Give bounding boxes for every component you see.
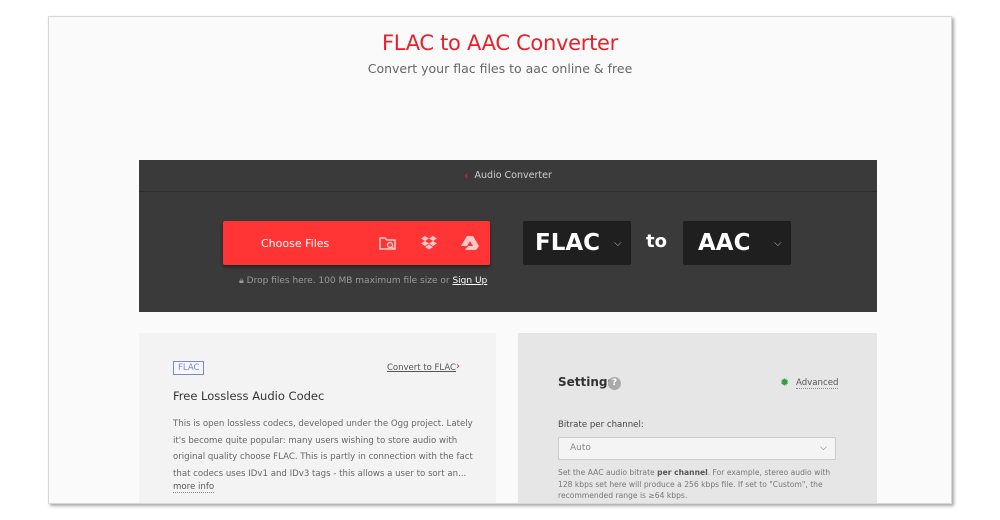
chevron-right-icon: › [456, 361, 460, 372]
help-icon[interactable]: ? [608, 377, 621, 390]
hint-text: Set the AAC audio bitrate [558, 468, 658, 477]
from-format-value: FLAC [535, 230, 601, 256]
converter-box: ‹ Audio Converter Choose Files 🔒︎ Drop f… [139, 160, 877, 312]
codec-name: Free Lossless Audio Codec [173, 389, 325, 403]
codec-description: This is open lossless codecs, developed … [173, 419, 473, 479]
convert-to-flac-link[interactable]: Convert to FLAC [387, 363, 456, 373]
breadcrumb[interactable]: ‹ Audio Converter [139, 160, 877, 192]
choose-files-button[interactable]: Choose Files [223, 221, 490, 265]
to-label: to [646, 231, 667, 252]
format-tag: FLAC [173, 361, 205, 375]
bitrate-select[interactable]: Auto ⌵ [558, 437, 836, 460]
folder-search-icon[interactable] [368, 235, 409, 251]
hint-bold: per channel [657, 468, 708, 477]
bitrate-label: Bitrate per channel: [558, 420, 644, 430]
format-info-panel: FLAC Convert to FLAC › Free Lossless Aud… [139, 333, 496, 503]
bitrate-hint: Set the AAC audio bitrate per channel. F… [558, 467, 843, 502]
lock-icon: 🔒︎ [239, 276, 244, 286]
more-info-link[interactable]: more info [173, 482, 215, 493]
advanced-link[interactable]: Advanced [796, 378, 839, 389]
dropbox-icon[interactable] [408, 235, 449, 251]
breadcrumb-label[interactable]: Audio Converter [475, 170, 552, 181]
from-format-select[interactable]: FLAC ⌵ [523, 221, 631, 265]
to-format-select[interactable]: AAC ⌵ [683, 221, 791, 265]
google-drive-icon[interactable] [449, 235, 490, 251]
chevron-left-icon: ‹ [464, 169, 469, 182]
bitrate-value: Auto [570, 443, 591, 453]
gear-icon[interactable]: ✹ [780, 376, 789, 389]
chevron-down-icon: ⌵ [774, 237, 782, 249]
settings-panel: Settings ? ✹ Advanced Bitrate per channe… [518, 333, 877, 503]
choose-files-label: Choose Files [261, 236, 330, 250]
page-title: FLAC to AAC Converter [382, 31, 618, 55]
browser-window: FLAC to AAC Converter Convert your flac … [48, 16, 952, 504]
to-format-value: AAC [698, 230, 751, 256]
sign-up-link[interactable]: Sign Up [452, 276, 487, 286]
chevron-down-icon: ⌵ [820, 443, 827, 453]
page-subtitle: Convert your flac files to aac online & … [367, 61, 633, 76]
drop-text: Drop files here. 100 MB maximum file siz… [246, 276, 450, 286]
chevron-down-icon: ⌵ [614, 237, 622, 249]
settings-title: Settings [558, 375, 615, 389]
drop-hint: 🔒︎ Drop files here. 100 MB maximum file … [239, 276, 487, 286]
